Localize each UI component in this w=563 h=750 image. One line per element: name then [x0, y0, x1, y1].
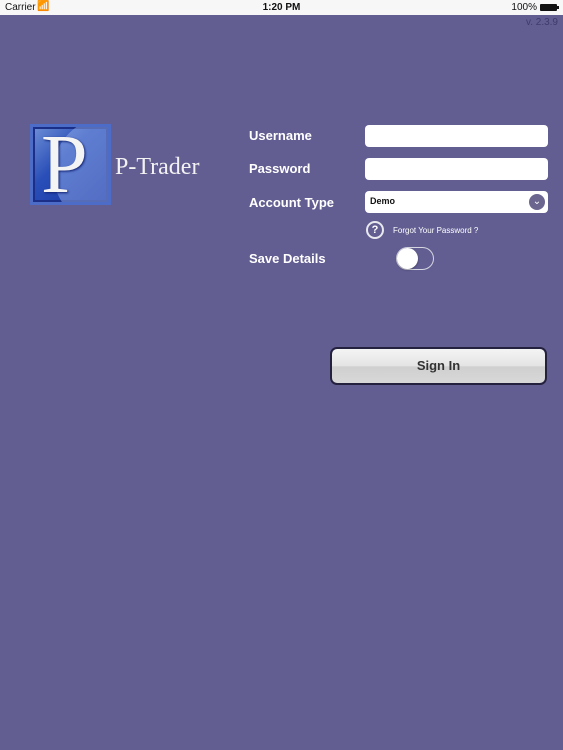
version-label: v. 2.3.9	[525, 17, 558, 28]
logo-badge: P	[30, 124, 111, 205]
save-details-label: Save Details	[249, 251, 326, 266]
account-type-select[interactable]: Demo ⌄	[365, 191, 548, 213]
battery-icon	[540, 4, 559, 11]
clock: 1:20 PM	[262, 2, 301, 13]
username-label: Username	[249, 128, 312, 143]
account-type-value: Demo	[370, 196, 396, 206]
toggle-knob	[397, 248, 418, 269]
forgot-password-link[interactable]: Forgot Your Password ?	[393, 226, 478, 235]
sign-in-button[interactable]: Sign In	[330, 347, 547, 385]
save-details-toggle[interactable]	[396, 247, 434, 270]
username-input[interactable]	[365, 125, 548, 147]
logo-letter: P	[41, 124, 88, 205]
password-input[interactable]	[365, 158, 548, 180]
password-label: Password	[249, 161, 311, 176]
logo-text: P-Trader	[115, 154, 200, 180]
status-bar: Carrier 📶 1:20 PM 100%	[0, 0, 563, 15]
account-type-label: Account Type	[249, 195, 334, 210]
chevron-down-icon[interactable]: ⌄	[529, 194, 545, 210]
app-logo: P P-Trader	[30, 124, 212, 206]
battery-percent: 100%	[511, 2, 537, 13]
help-icon[interactable]: ?	[366, 221, 384, 239]
